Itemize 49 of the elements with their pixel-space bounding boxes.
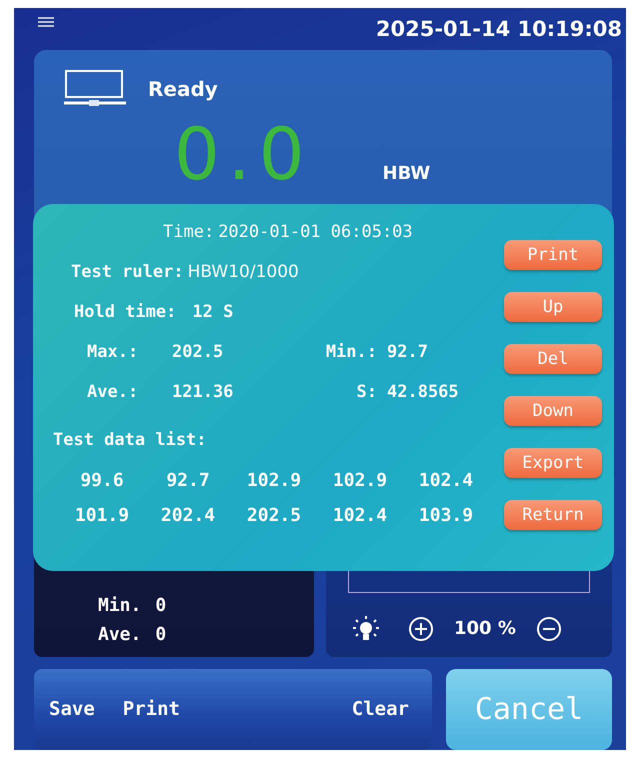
status-text: Ready (148, 76, 218, 101)
data-value: 102.9 (332, 470, 388, 491)
list-label: Test data list: (53, 430, 208, 450)
scale-label: HBW (382, 162, 430, 184)
dialog-button[interactable]: Up (504, 292, 602, 322)
stat-label: S: (356, 382, 378, 402)
action-button[interactable]: Save (44, 694, 100, 724)
stat-label: Min.: (324, 342, 378, 362)
stat-value: 0 (155, 594, 166, 616)
data-value: 102.4 (418, 470, 474, 491)
dialog-button[interactable]: Del (504, 344, 602, 374)
dialog-button[interactable]: Print (504, 240, 602, 270)
stat-value: 121.36 (172, 382, 234, 402)
action-button[interactable]: Clear (346, 694, 414, 724)
data-value: 102.9 (246, 470, 302, 491)
field-value: 12 S (192, 302, 234, 322)
dialog-button[interactable]: Return (504, 500, 602, 530)
data-value: 202.4 (160, 505, 216, 526)
data-value: 92.7 (165, 470, 211, 491)
data-value: 103.9 (418, 505, 474, 526)
stat-label: Ave.: (87, 382, 140, 402)
data-value: 202.5 (246, 505, 302, 526)
plus-icon[interactable] (408, 616, 434, 642)
dialog-button[interactable]: Down (504, 396, 602, 426)
stat-value: 42.8565 (387, 382, 460, 402)
date-time: 2025-01-14 10:19:08 (376, 16, 622, 41)
time-label: Time: (163, 222, 214, 242)
data-value: 101.9 (74, 505, 130, 526)
stat-label: Min. (98, 594, 142, 616)
time-value: 2020-01-01 06:05:03 (218, 222, 413, 242)
minus-icon[interactable] (536, 616, 562, 642)
stat-label: Max.: (87, 342, 140, 362)
field-label: Test ruler: (71, 262, 184, 282)
stat-value: 92.7 (387, 342, 429, 362)
stat-label: Ave. (98, 624, 142, 645)
field-label: Hold time: (74, 302, 176, 322)
dialog-button[interactable]: Export (504, 448, 602, 478)
hardness-reading: 0.0 (174, 114, 313, 194)
brightness-value: 100 % (454, 618, 516, 640)
action-button[interactable]: Print (118, 694, 185, 724)
menu-icon[interactable] (38, 16, 54, 27)
cancel-button[interactable]: Cancel (446, 668, 612, 750)
light-bulb-icon (352, 614, 380, 643)
data-value: 99.6 (79, 470, 125, 491)
stat-value: 0 (155, 624, 166, 645)
monitor-icon (64, 70, 126, 108)
data-value: 102.4 (332, 505, 388, 526)
field-value: HBW10/1000 (188, 262, 299, 282)
stat-value: 202.5 (172, 342, 224, 362)
